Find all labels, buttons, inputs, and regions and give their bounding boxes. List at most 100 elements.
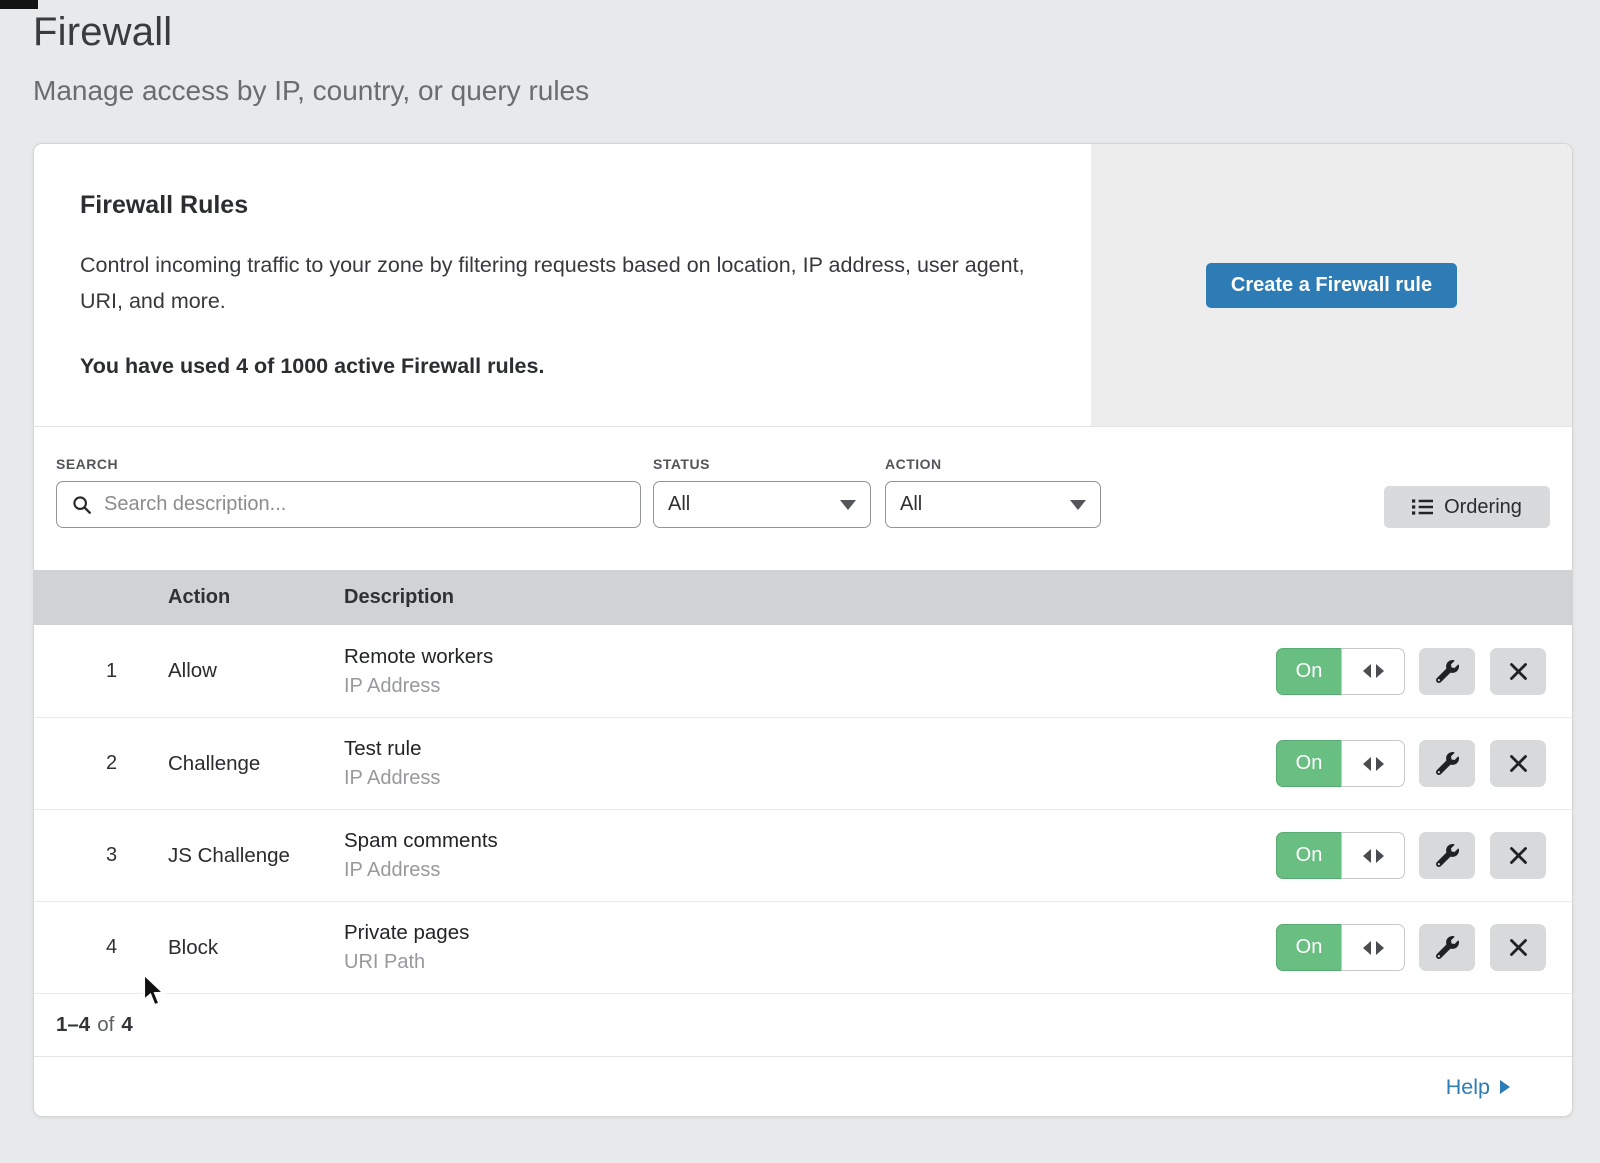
toggle-right-arrow-icon: [1376, 664, 1384, 678]
close-icon: [1508, 937, 1529, 958]
search-box: [56, 481, 641, 528]
help-link[interactable]: Help: [1446, 1075, 1510, 1100]
edit-rule-button[interactable]: [1419, 740, 1475, 787]
delete-rule-button[interactable]: [1490, 648, 1546, 695]
toggle-handle[interactable]: [1341, 648, 1405, 695]
rule-priority: 1: [34, 660, 168, 683]
filters-bar: SEARCH STATUS All ACTION All: [34, 427, 1572, 570]
rule-controls: On: [1276, 924, 1572, 971]
wrench-icon: [1436, 660, 1459, 683]
edit-rule-button[interactable]: [1419, 924, 1475, 971]
rule-match-type: URI Path: [344, 951, 1276, 974]
toggle-on-label: On: [1276, 740, 1341, 787]
rule-action: Challenge: [168, 752, 344, 776]
create-firewall-rule-button[interactable]: Create a Firewall rule: [1206, 263, 1457, 308]
pagination-of-label: of: [97, 1013, 114, 1037]
pagination: 1–4 of 4: [34, 993, 1572, 1056]
rule-description-text: Test rule: [344, 737, 1276, 761]
rule-description-text: Spam comments: [344, 829, 1276, 853]
description-column-header: Description: [344, 586, 1572, 609]
ordered-list-icon: [1412, 498, 1433, 516]
toggle-handle[interactable]: [1341, 924, 1405, 971]
usage-summary: You have used 4 of 1000 active Firewall …: [80, 354, 1031, 379]
search-icon: [71, 494, 93, 516]
delete-rule-button[interactable]: [1490, 832, 1546, 879]
wrench-icon: [1436, 936, 1459, 959]
rule-match-type: IP Address: [344, 675, 1276, 698]
triangle-right-icon: [1500, 1080, 1510, 1094]
rule-action: Allow: [168, 659, 344, 683]
rule-description: Test rule IP Address: [344, 737, 1276, 790]
status-select[interactable]: All: [653, 481, 871, 528]
toggle-handle[interactable]: [1341, 740, 1405, 787]
action-label: ACTION: [885, 456, 1101, 472]
rule-action: JS Challenge: [168, 844, 344, 868]
action-filter: ACTION All: [885, 456, 1101, 528]
rule-description: Spam comments IP Address: [344, 829, 1276, 882]
table-header-row: Action Description: [34, 570, 1572, 625]
rule-controls: On: [1276, 832, 1572, 879]
rule-action: Block: [168, 936, 344, 960]
wrench-icon: [1436, 752, 1459, 775]
table-row: 2 Challenge Test rule IP Address On: [34, 717, 1572, 809]
close-icon: [1508, 661, 1529, 682]
intro-text-block: Firewall Rules Control incoming traffic …: [34, 144, 1091, 426]
rule-match-type: IP Address: [344, 859, 1276, 882]
firewall-rules-card: Firewall Rules Control incoming traffic …: [33, 143, 1573, 1117]
toggle-left-arrow-icon: [1363, 941, 1371, 955]
intro-section: Firewall Rules Control incoming traffic …: [34, 144, 1572, 427]
edit-rule-button[interactable]: [1419, 832, 1475, 879]
search-label: SEARCH: [56, 456, 641, 472]
rule-description: Private pages URI Path: [344, 921, 1276, 974]
status-filter: STATUS All: [653, 456, 871, 528]
page-subtitle: Manage access by IP, country, or query r…: [33, 74, 589, 108]
toggle-on-label: On: [1276, 648, 1341, 695]
chevron-down-icon: [1070, 500, 1086, 510]
rule-enabled-toggle[interactable]: On: [1276, 924, 1405, 971]
toggle-right-arrow-icon: [1376, 941, 1384, 955]
rule-priority: 3: [34, 844, 168, 867]
rule-enabled-toggle[interactable]: On: [1276, 832, 1405, 879]
toggle-left-arrow-icon: [1363, 664, 1371, 678]
rule-enabled-toggle[interactable]: On: [1276, 740, 1405, 787]
rule-match-type: IP Address: [344, 767, 1276, 790]
pagination-total: 4: [121, 1013, 132, 1037]
rule-priority: 2: [34, 752, 168, 775]
table-row: 3 JS Challenge Spam comments IP Address …: [34, 809, 1572, 901]
delete-rule-button[interactable]: [1490, 740, 1546, 787]
toggle-on-label: On: [1276, 924, 1341, 971]
rule-description: Remote workers IP Address: [344, 645, 1276, 698]
close-icon: [1508, 753, 1529, 774]
toggle-left-arrow-icon: [1363, 849, 1371, 863]
status-label: STATUS: [653, 456, 871, 472]
delete-rule-button[interactable]: [1490, 924, 1546, 971]
rule-enabled-toggle[interactable]: On: [1276, 648, 1405, 695]
create-rule-panel: Create a Firewall rule: [1091, 144, 1572, 426]
intro-description: Control incoming traffic to your zone by…: [80, 247, 1025, 319]
table-row: 1 Allow Remote workers IP Address On: [34, 625, 1572, 717]
rule-description-text: Private pages: [344, 921, 1276, 945]
ordering-button-label: Ordering: [1444, 496, 1522, 519]
edit-rule-button[interactable]: [1419, 648, 1475, 695]
rule-priority: 4: [34, 936, 168, 959]
ordering-button[interactable]: Ordering: [1384, 486, 1550, 528]
intro-heading: Firewall Rules: [80, 191, 1031, 220]
page-title: Firewall: [33, 8, 589, 56]
pagination-range: 1–4: [56, 1013, 90, 1037]
toggle-right-arrow-icon: [1376, 757, 1384, 771]
action-column-header: Action: [168, 586, 344, 609]
rule-controls: On: [1276, 740, 1572, 787]
chevron-down-icon: [840, 500, 856, 510]
action-select[interactable]: All: [885, 481, 1101, 528]
toggle-right-arrow-icon: [1376, 849, 1384, 863]
rule-description-text: Remote workers: [344, 645, 1276, 669]
search-input[interactable]: [104, 493, 626, 516]
toggle-handle[interactable]: [1341, 832, 1405, 879]
wrench-icon: [1436, 844, 1459, 867]
rules-table: Action Description 1 Allow Remote worker…: [34, 570, 1572, 1056]
status-selected-value: All: [668, 493, 690, 516]
table-row: 4 Block Private pages URI Path On: [34, 901, 1572, 993]
toggle-left-arrow-icon: [1363, 757, 1371, 771]
rule-controls: On: [1276, 648, 1572, 695]
page-header: Firewall Manage access by IP, country, o…: [33, 8, 589, 108]
